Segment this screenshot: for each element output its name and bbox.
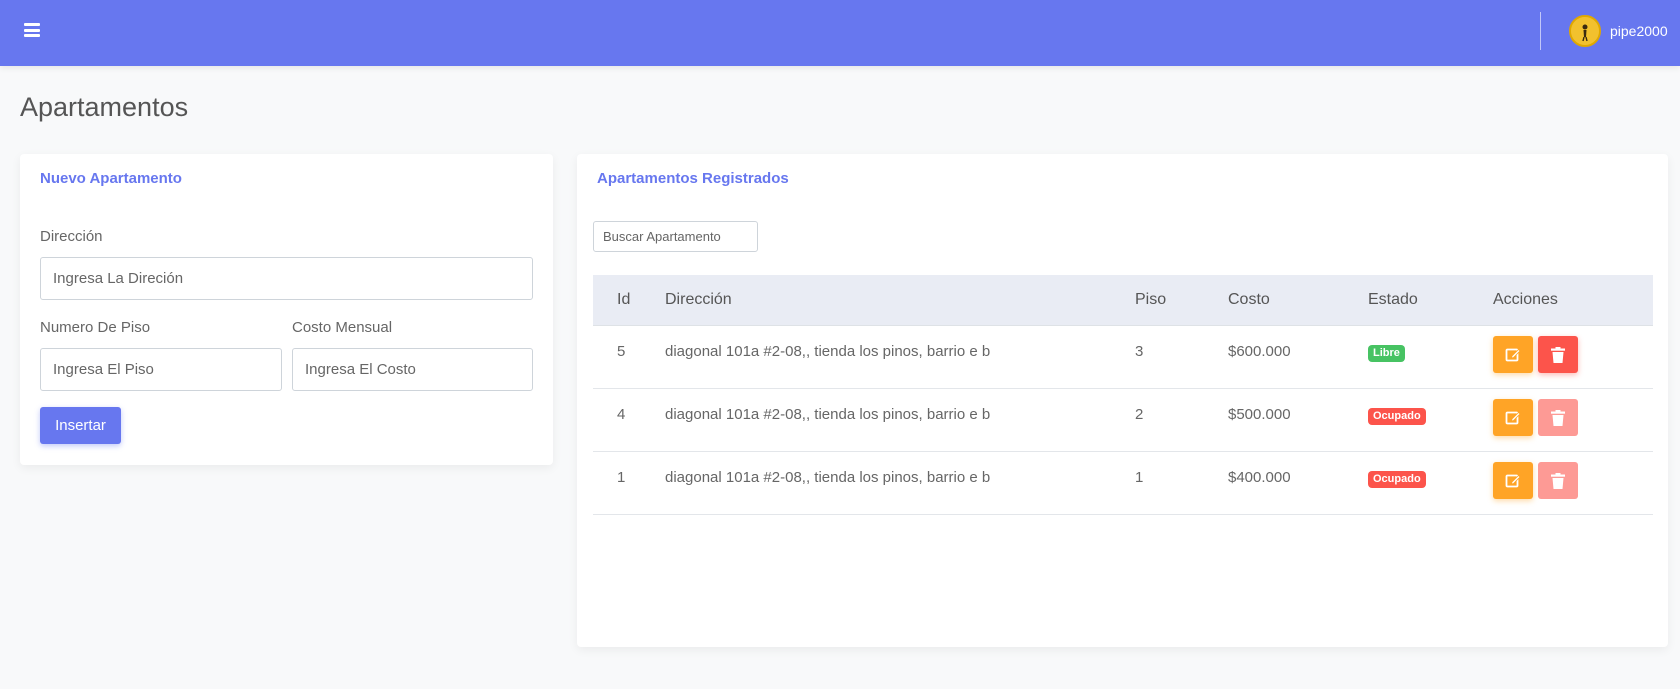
cell-direccion: diagonal 101a #2-08,, tienda los pinos, … [665, 343, 991, 360]
trash-icon [1551, 409, 1565, 426]
direccion-label: Dirección [40, 228, 103, 245]
status-badge: Ocupado [1368, 408, 1426, 425]
row-actions [1493, 399, 1653, 436]
cell-costo: $400.000 [1228, 469, 1291, 486]
top-navbar: pipe2000 [0, 0, 1680, 66]
trash-icon [1551, 472, 1565, 489]
piso-input[interactable] [40, 348, 282, 391]
row-actions [1493, 336, 1653, 373]
user-menu[interactable]: pipe2000 [1569, 15, 1668, 47]
cell-direccion: diagonal 101a #2-08,, tienda los pinos, … [665, 469, 991, 486]
cell-estado: Ocupado [1368, 469, 1493, 488]
edit-button[interactable] [1493, 336, 1533, 373]
cell-piso: 1 [1135, 469, 1144, 486]
row-actions [1493, 462, 1653, 499]
cell-estado: Libre [1368, 343, 1493, 362]
insertar-button[interactable]: Insertar [40, 407, 121, 444]
edit-button[interactable] [1493, 462, 1533, 499]
cell-piso: 3 [1135, 343, 1144, 360]
costo-label: Costo Mensual [292, 319, 393, 336]
page-title: Apartamentos [20, 92, 189, 122]
cell-estado: Ocupado [1368, 406, 1493, 425]
cell-id: 4 [617, 406, 626, 423]
cell-id: 5 [617, 343, 626, 360]
column-header-piso[interactable]: Piso [1135, 291, 1228, 309]
column-header-estado[interactable]: Estado [1368, 291, 1493, 309]
new-apartment-card-title: Nuevo Apartamento [40, 170, 182, 187]
cell-direccion: diagonal 101a #2-08,, tienda los pinos, … [665, 406, 991, 423]
cell-costo: $600.000 [1228, 343, 1291, 360]
user-avatar-icon [1569, 15, 1601, 47]
costo-input[interactable] [292, 348, 533, 391]
registered-apartments-card: Apartamentos Registrados Id Dirección Pi… [577, 154, 1668, 647]
cell-piso: 2 [1135, 406, 1144, 423]
apartments-table: Id Dirección Piso Costo Estado Acciones … [593, 275, 1653, 515]
table-row: 5 diagonal 101a #2-08,, tienda los pinos… [593, 326, 1653, 389]
cell-costo: $500.000 [1228, 406, 1291, 423]
username: pipe2000 [1610, 23, 1668, 39]
hamburger-menu-icon[interactable] [24, 23, 40, 37]
edit-icon [1505, 474, 1521, 487]
edit-icon [1505, 348, 1521, 361]
table-header: Id Dirección Piso Costo Estado Acciones [593, 275, 1653, 326]
search-apartment-input[interactable] [593, 221, 758, 252]
column-header-costo[interactable]: Costo [1228, 291, 1368, 309]
status-badge: Ocupado [1368, 471, 1426, 488]
edit-icon [1505, 411, 1521, 424]
trash-icon [1551, 346, 1565, 363]
column-header-id[interactable]: Id [593, 291, 665, 309]
edit-button[interactable] [1493, 399, 1533, 436]
piso-label: Numero De Piso [40, 319, 151, 336]
table-row: 1 diagonal 101a #2-08,, tienda los pinos… [593, 452, 1653, 515]
cell-id: 1 [617, 469, 626, 486]
new-apartment-card: Nuevo Apartamento Dirección Numero De Pi… [20, 154, 553, 465]
delete-button[interactable] [1538, 336, 1578, 373]
table-row: 4 diagonal 101a #2-08,, tienda los pinos… [593, 389, 1653, 452]
delete-button[interactable] [1538, 462, 1578, 499]
navbar-divider [1540, 12, 1541, 50]
direccion-input[interactable] [40, 257, 533, 300]
registered-apartments-card-title: Apartamentos Registrados [597, 170, 789, 187]
column-header-direccion[interactable]: Dirección [665, 291, 1135, 309]
status-badge: Libre [1368, 345, 1405, 362]
delete-button[interactable] [1538, 399, 1578, 436]
column-header-acciones: Acciones [1493, 291, 1558, 308]
